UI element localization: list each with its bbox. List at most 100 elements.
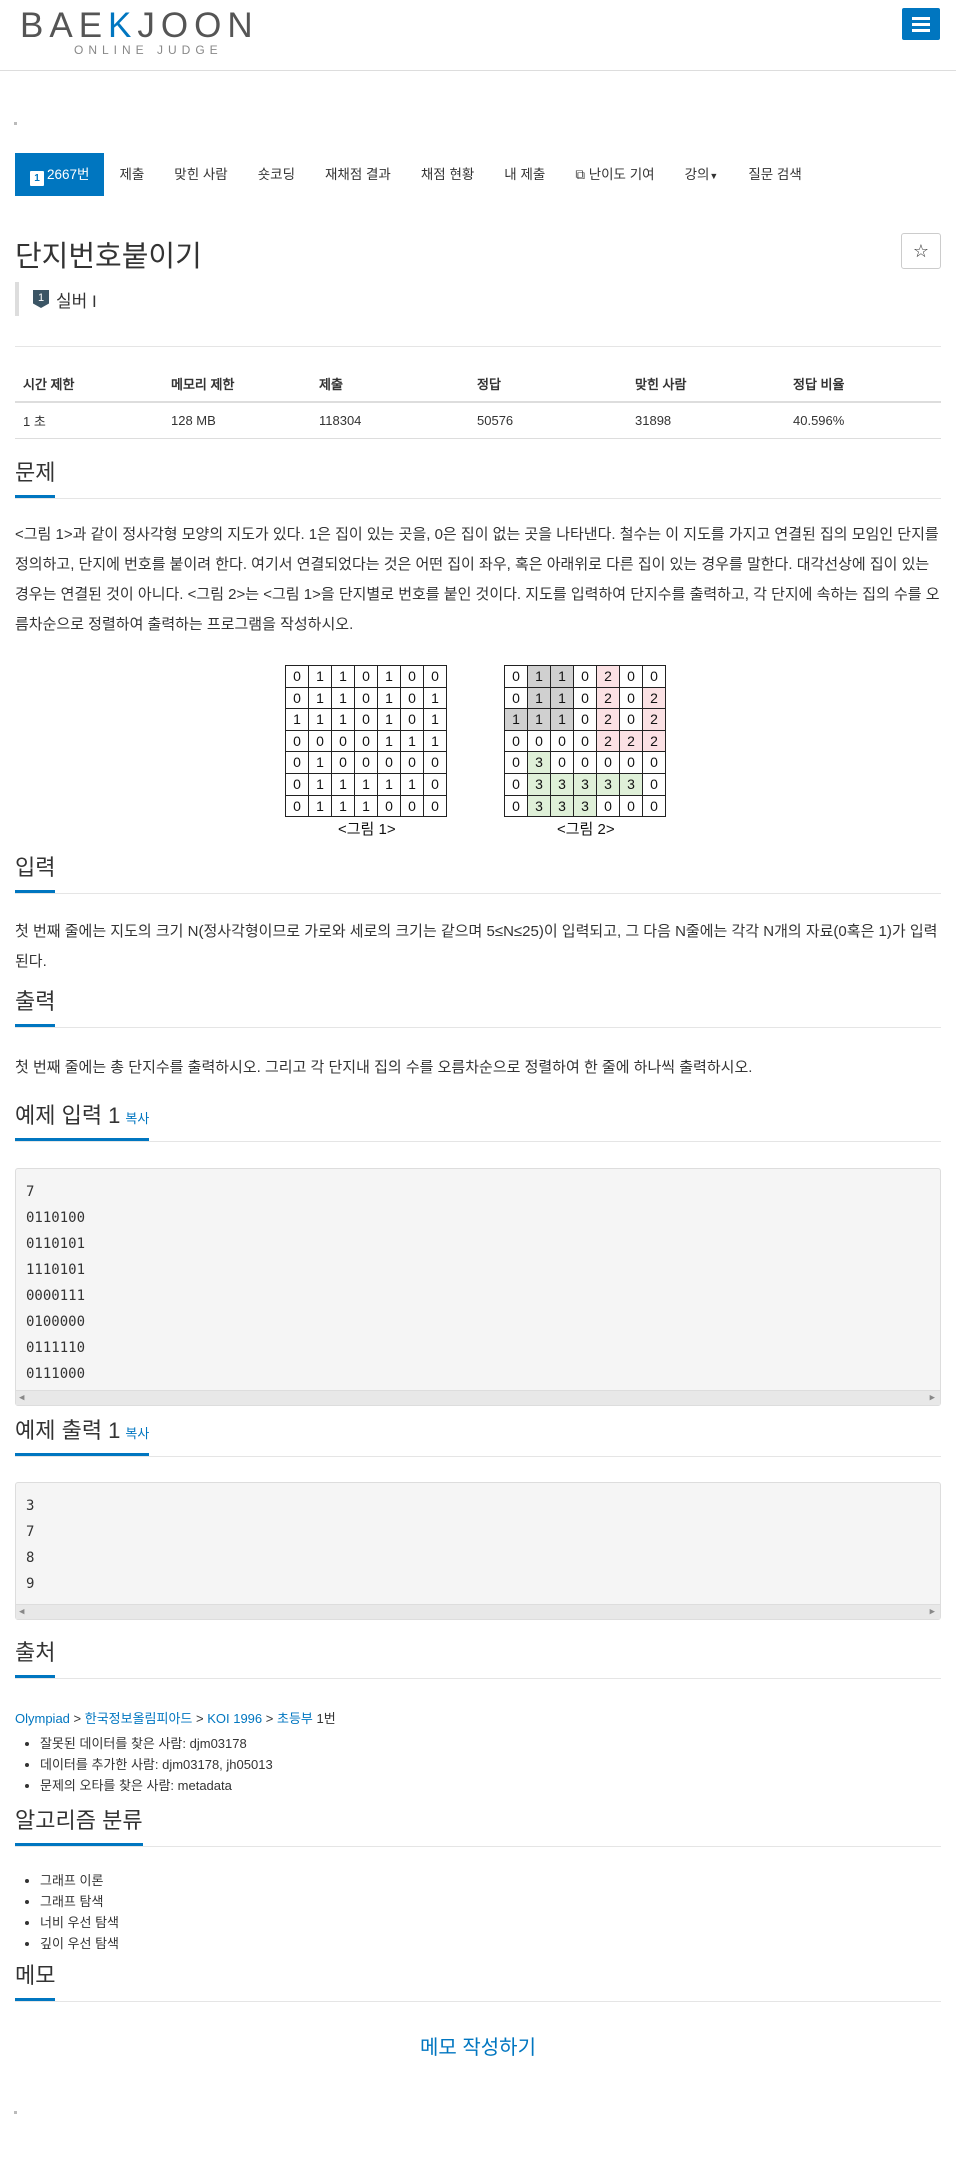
grid-cell: 1 (378, 773, 401, 796)
horizontal-scrollbar[interactable]: ◀ ▶ (16, 1390, 940, 1405)
section-problem: 문제 (15, 455, 941, 499)
header-solvers: 맞힌 사람 (627, 365, 785, 403)
grid-cell: 1 (355, 773, 378, 796)
grid-cell: 2 (597, 666, 620, 688)
sample-input-box[interactable]: 7 0110100 0110101 1110101 0000111 0100000 0111… (15, 1168, 941, 1406)
sample-output-title: 예제 출력 1 (15, 1418, 121, 1443)
scroll-right-icon[interactable]: ▶ (930, 1393, 935, 1403)
problem-figures: 0110100011010111101010000111010000001111… (285, 665, 670, 840)
tab-lectures[interactable]: 강의▼ (670, 153, 734, 196)
write-memo-button[interactable]: 메모 작성하기 (0, 2031, 956, 2060)
copy-sample-input-button[interactable]: 복사 (125, 1111, 149, 1126)
output-description: 첫 번째 줄에는 총 단지수를 출력하시오. 그리고 각 단지내 집의 수를 오… (15, 1059, 753, 1076)
grid-cell: 2 (597, 709, 620, 731)
grid-cell: 0 (401, 752, 424, 774)
scroll-left-icon[interactable]: ◀ (19, 1607, 24, 1617)
algorithm-tag[interactable]: 그래프 탐색 (40, 1891, 119, 1912)
grid-cell: 0 (424, 773, 447, 796)
source-link-koi[interactable]: 한국정보올림피아드 (85, 1711, 193, 1726)
section-input: 입력 (15, 850, 941, 894)
grid-cell: 0 (286, 752, 309, 774)
copy-sample-output-button[interactable]: 복사 (125, 1426, 149, 1441)
grid-cell: 0 (355, 730, 378, 753)
tab-rejudge[interactable]: 재채점 결과 (310, 153, 406, 196)
horizontal-scrollbar[interactable]: ◀ ▶ (16, 1604, 940, 1619)
ratio-value: 40.596% (785, 402, 941, 439)
table-row: 1 초 128 MB 118304 50576 31898 40.596% (15, 402, 941, 439)
grid-cell: 0 (355, 709, 378, 731)
code-line: 1110101 (26, 1262, 86, 1278)
grid-cell: 1 (378, 730, 401, 753)
sample-output-lines: 3 7 8 9 (16, 1483, 940, 1597)
grid-cell: 1 (424, 709, 447, 731)
tab-label: 강의 (684, 167, 710, 182)
logo-mark: K (108, 6, 138, 45)
grid-cell: 0 (643, 752, 666, 774)
section-title: 문제 (15, 455, 56, 498)
grid-cell: 1 (332, 795, 355, 818)
sample-output-box[interactable]: 3789 ◀ ▶ (15, 1482, 941, 1620)
tab-solvers[interactable]: 맞힌 사람 (159, 153, 242, 196)
figure-1-caption: <그림 1> (338, 821, 396, 838)
grid-cell: 0 (620, 795, 643, 818)
grid-cell: 0 (551, 730, 574, 753)
grid-cell: 1 (309, 687, 332, 710)
grid-cell: 0 (286, 730, 309, 753)
grid-cell: 1 (309, 666, 332, 688)
tab-short-coding[interactable]: 숏코딩 (243, 153, 310, 196)
code-line: 0110101 (26, 1236, 86, 1252)
section-memo: 메모 (15, 1958, 941, 2002)
section-source: 출처 (15, 1635, 941, 1679)
grid-cell: 1 (505, 709, 528, 731)
grid-cell: 3 (528, 773, 551, 796)
scroll-right-icon[interactable]: ▶ (930, 1607, 935, 1617)
grid-cell: 3 (620, 773, 643, 796)
problem-info-table: 시간 제한 메모리 제한 제출 정답 맞힌 사람 정답 비율 1 초 128 M… (15, 365, 941, 439)
tier-badge-icon: 1 (30, 171, 44, 186)
scroll-left-icon[interactable]: ◀ (19, 1393, 24, 1403)
grid-cell: 0 (597, 752, 620, 774)
code-line: 0100000 (26, 1314, 86, 1330)
tab-problem[interactable]: 1 2667번 (15, 153, 105, 196)
tab-status[interactable]: 채점 현황 (406, 153, 489, 196)
hamburger-menu-button[interactable] (902, 8, 940, 40)
tab-difficulty[interactable]: ⧉ 난이도 기여 (560, 153, 669, 196)
algorithm-tag[interactable]: 그래프 이론 (40, 1870, 119, 1891)
footer-placeholder (14, 2111, 17, 2114)
algorithm-tag[interactable]: 깊이 우선 탐색 (40, 1933, 119, 1954)
grid-cell: 1 (424, 730, 447, 753)
favorite-star-button[interactable]: ☆ (901, 233, 941, 269)
grid-cell: 1 (551, 687, 574, 710)
grid-cell: 1 (401, 730, 424, 753)
algorithm-tag[interactable]: 너비 우선 탐색 (40, 1912, 119, 1933)
list-item: 데이터를 추가한 사람: djm03178, jh05013 (40, 1754, 273, 1775)
grid-cell: 1 (286, 709, 309, 731)
grid-cell: 0 (378, 752, 401, 774)
divider (15, 346, 941, 347)
source-link-elementary[interactable]: 초등부 (277, 1711, 313, 1726)
grid-cell: 0 (401, 709, 424, 731)
grid-cell: 1 (378, 666, 401, 688)
tab-submit[interactable]: 제출 (104, 153, 159, 196)
tab-question-search[interactable]: 질문 검색 (733, 153, 816, 196)
grid-cell: 0 (286, 773, 309, 796)
grid-cell: 0 (643, 666, 666, 688)
grid-cell: 0 (574, 709, 597, 731)
baekjoon-logo[interactable]: BAEKJOON ONLINE JUDGE (20, 6, 280, 58)
header-accepted: 정답 (469, 365, 627, 403)
tab-my-submissions[interactable]: 내 제출 (489, 153, 560, 196)
source-credits: 잘못된 데이터를 찾은 사람: djm03178 데이터를 추가한 사람: dj… (40, 1733, 273, 1796)
grid-cell: 0 (332, 752, 355, 774)
grid-cell: 0 (505, 752, 528, 774)
grid-cell: 1 (424, 687, 447, 710)
grid-cell: 1 (332, 666, 355, 688)
grid-cell: 0 (424, 666, 447, 688)
memory-limit-value: 128 MB (163, 402, 311, 439)
grid-cell: 1 (551, 709, 574, 731)
grid-cell: 0 (574, 687, 597, 710)
grid-cell: 1 (309, 752, 332, 774)
source-link-koi-1996[interactable]: KOI 1996 (207, 1711, 262, 1726)
grid-cell: 0 (597, 795, 620, 818)
source-link-olympiad[interactable]: Olympiad (15, 1711, 70, 1726)
figure-2-grid: 0110200011020211102020000222030000003333… (504, 665, 666, 818)
